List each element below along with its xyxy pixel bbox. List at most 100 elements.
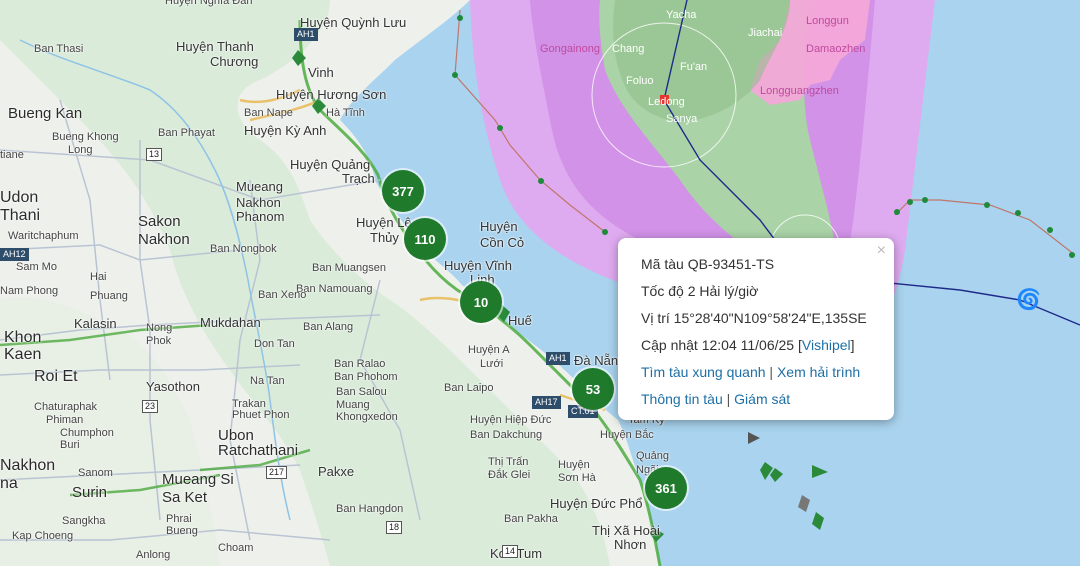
island-label: Fu'an [680, 61, 708, 73]
place-label: Sam Mo [16, 261, 57, 273]
road-shield: 217 [266, 466, 288, 479]
place-label: Chương [210, 54, 259, 69]
place-label: Hà Tĩnh [326, 107, 365, 119]
vessel-position: Vị trí 15°28'40"N109°58'24"E,135SE [641, 310, 867, 326]
place-label: Na Tan [250, 375, 285, 387]
vessel-icon [760, 462, 773, 480]
view-voyage-link[interactable]: Xem hải trình [777, 364, 860, 380]
place-label: Nakhon [0, 457, 56, 474]
vessel-cluster-marker[interactable]: 10 [460, 281, 502, 323]
place-label: Thủy [370, 230, 399, 245]
vishipel-link[interactable]: Vishipel [802, 337, 851, 353]
place-label: Bueng Khong [52, 131, 119, 143]
vessel-cluster-marker[interactable]: 110 [404, 218, 446, 260]
place-label: Chumphon [60, 427, 114, 439]
place-label: Muang [336, 399, 370, 411]
island-label: Chang [612, 43, 645, 55]
place-label: tiane [0, 149, 24, 161]
place-label: Phuet Phon [232, 409, 290, 421]
link-separator: | [769, 364, 774, 380]
place-label: Mueang Si [162, 471, 234, 488]
place-label: Phuang [90, 290, 128, 302]
road-shield: 14 [502, 545, 519, 558]
place-label: Ban Namouang [296, 283, 373, 295]
place-label: Roi Et [34, 368, 78, 385]
popup-links-2: Thông tin tàu | Giám sát [641, 390, 894, 408]
place-label: Mukdahan [200, 315, 261, 330]
place-label: Sa Ket [162, 489, 208, 506]
vessel-icon [770, 468, 783, 482]
place-label: Ban Xeno [258, 289, 307, 301]
place-label: Huyện Hương Sơn [276, 87, 387, 102]
vessel-route-points-2 [894, 197, 1075, 258]
island-label: Gongainong [540, 43, 600, 55]
vessel-info-popup: × Mã tàu QB-93451-TS Tốc độ 2 Hải lý/giờ… [618, 238, 894, 420]
vessel-info-link[interactable]: Thông tin tàu [641, 391, 723, 407]
place-label: Huyện A [468, 344, 510, 356]
place-label: Lưới [480, 358, 504, 370]
place-label: Pakxe [318, 464, 355, 479]
place-label: Surin [72, 484, 108, 501]
island-label: Damaozhen [806, 43, 866, 55]
place-label: Ban Phayat [158, 127, 215, 139]
place-label: Ban Muangsen [312, 262, 386, 274]
place-label: Sakon [138, 213, 181, 230]
place-label: Ban Salou [336, 386, 387, 398]
place-label: Ban Pakha [504, 513, 558, 525]
place-label: Đắk Glei [488, 469, 531, 481]
place-label: Huyện Vĩnh [444, 258, 512, 273]
place-label: Sangkha [62, 515, 106, 527]
place-label: Yasothon [146, 379, 200, 394]
place-label: Thị Trấn [488, 456, 529, 468]
place-label: Nhơn [614, 537, 647, 552]
place-label: Ban Hangdon [336, 503, 404, 515]
updated-suffix: ] [850, 337, 855, 353]
place-label: Ban Thasi [34, 43, 84, 55]
place-label: Ratchathani [218, 442, 299, 459]
place-label: Chaturaphak [34, 401, 97, 413]
place-label: Huế [508, 313, 532, 328]
road-shield: AH17 [532, 396, 561, 409]
place-label: Waritchaphum [8, 230, 79, 242]
place-label: Huyện Nghĩa Đàn [165, 0, 253, 7]
road-shield: 18 [386, 521, 403, 534]
typhoon-icon[interactable]: 🌀 [1016, 287, 1041, 311]
road-shield: 13 [146, 148, 163, 161]
vessel-icon [812, 465, 828, 478]
place-label: Huyện Kỳ Anh [244, 123, 327, 138]
place-label: Hai [90, 271, 107, 283]
vessel-speed: Tốc độ 2 Hải lý/giờ [641, 283, 759, 299]
place-label: Huyện Quảng [290, 157, 371, 172]
road-shield: 23 [142, 400, 159, 413]
place-label: Phok [146, 335, 172, 347]
vessel-cluster-marker[interactable]: 377 [382, 170, 424, 212]
place-label: Ubon [218, 427, 254, 444]
place-label: Thani [0, 207, 41, 224]
place-label: Ban Nongbok [210, 243, 277, 255]
find-nearby-vessels-link[interactable]: Tìm tàu xung quanh [641, 364, 766, 380]
place-label: na [0, 475, 18, 492]
close-icon[interactable]: × [877, 242, 886, 260]
place-label: Phrai [166, 513, 192, 525]
vessel-id: Mã tàu QB-93451-TS [641, 256, 775, 272]
link-separator: | [726, 391, 731, 407]
place-label: Kalasin [74, 316, 117, 331]
place-label: Kap Choeng [12, 530, 74, 542]
place-label: Trạch [342, 171, 375, 186]
place-label: Nam Phong [0, 285, 59, 297]
island-label: Yacha [666, 9, 697, 21]
place-label: Sơn Hà [558, 472, 596, 484]
place-label: Huyện Lệ [356, 215, 412, 230]
vessel-icon [798, 495, 810, 512]
vessel-cluster-marker[interactable]: 361 [645, 467, 687, 509]
place-label: Huyện Thanh [176, 39, 254, 54]
road-shield: AH1 [294, 28, 318, 41]
place-label: Huyện [558, 459, 590, 471]
place-label: Huyện [480, 219, 518, 234]
vessel-cluster-marker[interactable]: 53 [572, 368, 614, 410]
place-label: Choam [218, 542, 254, 554]
monitor-link[interactable]: Giám sát [734, 391, 790, 407]
road-shield: AH12 [0, 248, 29, 261]
vessel-icon [812, 512, 824, 530]
place-label: Don Tan [254, 338, 295, 350]
